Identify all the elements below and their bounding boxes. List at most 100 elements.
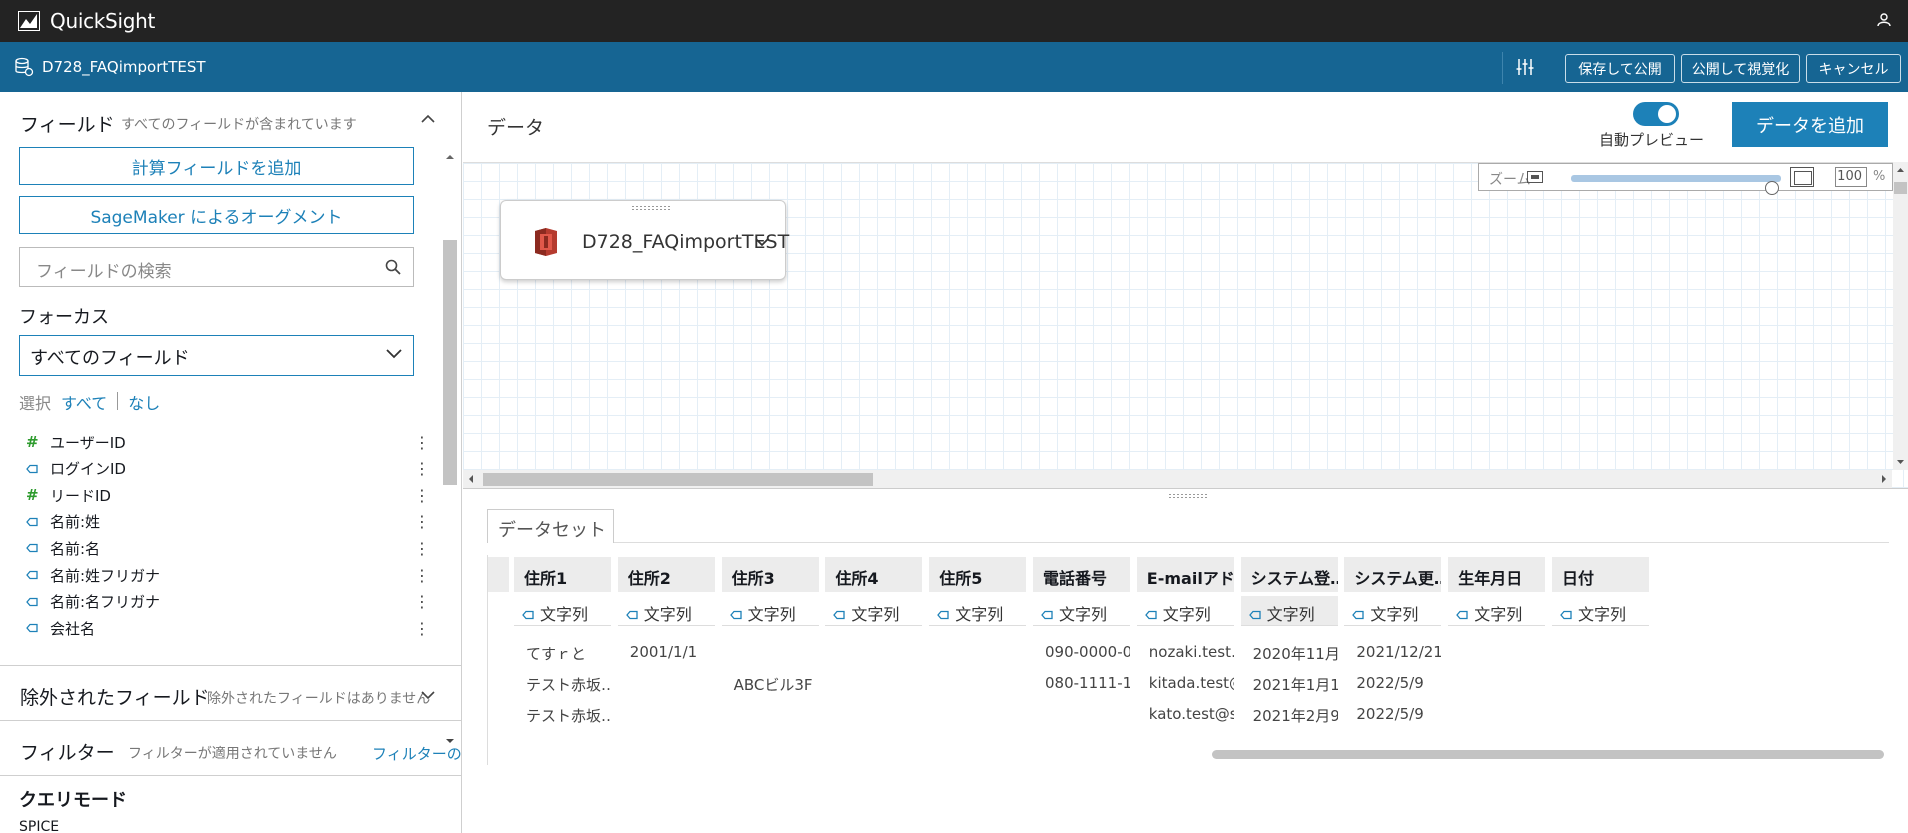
column-header[interactable]: システム登… xyxy=(1240,557,1338,592)
chevron-up-icon[interactable] xyxy=(420,114,436,124)
more-options-icon[interactable]: ⋮ xyxy=(414,512,430,531)
table-cell[interactable]: 2020年11月… xyxy=(1241,643,1338,664)
table-cell[interactable]: ABCビル3F xyxy=(722,674,819,695)
canvas-vertical-scrollbar[interactable] xyxy=(1893,162,1908,470)
more-options-icon[interactable]: ⋮ xyxy=(414,619,430,638)
column-header[interactable]: 生年月日 xyxy=(1448,557,1546,592)
column-header[interactable]: 日付 xyxy=(1552,557,1649,592)
pane-splitter[interactable] xyxy=(463,488,1908,500)
dataset-node[interactable]: D728_FAQimportTEST xyxy=(500,200,789,280)
publish-visualize-button[interactable]: 公開して視覚化 xyxy=(1681,54,1800,83)
column-type[interactable]: 文字列 xyxy=(1448,596,1546,626)
settings-sliders-icon[interactable] xyxy=(1515,57,1535,77)
table-cell[interactable]: 090-0000-0… xyxy=(1033,643,1130,661)
canvas-hscroll-thumb[interactable] xyxy=(483,473,873,486)
column-type[interactable]: 文字列 xyxy=(825,596,923,626)
table-cell[interactable]: 2021年1月1… xyxy=(1241,674,1338,695)
type-label: 文字列 xyxy=(1162,605,1211,624)
field-item[interactable]: # リードID ⋮ xyxy=(26,482,430,508)
zoom-in-icon[interactable] xyxy=(1790,167,1814,187)
column-type[interactable]: 文字列 xyxy=(1552,596,1649,626)
table-cell[interactable]: kitada.test@… xyxy=(1137,674,1234,692)
column-header[interactable]: 電話番号 xyxy=(1033,557,1130,592)
field-item[interactable]: ログインID ⋮ xyxy=(26,456,430,482)
select-none-link[interactable]: なし xyxy=(128,390,160,414)
user-icon[interactable] xyxy=(1877,13,1891,27)
table-cell[interactable]: 2022/5/9 xyxy=(1344,674,1441,692)
column-header[interactable]: E-mailアド… xyxy=(1136,557,1234,592)
more-options-icon[interactable]: ⋮ xyxy=(414,566,430,585)
column-header[interactable]: 住所2 xyxy=(617,557,715,592)
more-options-icon[interactable]: ⋮ xyxy=(414,433,430,452)
focus-select[interactable]: すべてのフィールド xyxy=(19,335,414,376)
field-item[interactable]: 名前:姓 ⋮ xyxy=(26,509,430,535)
string-type-icon xyxy=(1456,605,1468,624)
table-column: 住所1 文字列てすｒとテスト赤坂… テスト赤坂… xyxy=(514,555,611,765)
zoom-slider[interactable] xyxy=(1571,175,1781,195)
table-cell[interactable]: 2022/5/9 xyxy=(1344,705,1441,723)
canvas-horizontal-scrollbar[interactable] xyxy=(463,470,1892,488)
cancel-button[interactable]: キャンセル xyxy=(1806,54,1901,83)
type-label: 文字列 xyxy=(1266,605,1315,624)
more-options-icon[interactable]: ⋮ xyxy=(414,539,430,558)
string-type-icon xyxy=(937,605,949,624)
column-type[interactable]: 文字列 xyxy=(1240,596,1338,626)
app-logo[interactable]: QuickSight xyxy=(18,9,155,33)
zoom-out-icon[interactable] xyxy=(1527,171,1543,183)
data-canvas[interactable]: ズーム 100 % D728_FAQimportTEST xyxy=(463,162,1908,488)
column-header[interactable]: 住所1 xyxy=(514,557,611,592)
column-header[interactable]: 住所4 xyxy=(825,557,923,592)
column-type[interactable]: 文字列 xyxy=(1033,596,1130,626)
table-cell[interactable]: 2001/1/1 xyxy=(618,643,715,661)
table-cell[interactable]: てすｒと xyxy=(514,643,611,664)
column-type[interactable]: 文字列 xyxy=(929,596,1027,626)
field-name: 名前:名フリガナ xyxy=(50,593,161,612)
more-options-icon[interactable]: ⋮ xyxy=(414,459,430,478)
field-item[interactable]: 名前:名 ⋮ xyxy=(26,535,430,561)
more-options-icon[interactable]: ⋮ xyxy=(414,592,430,611)
field-item[interactable]: 名前:名フリガナ ⋮ xyxy=(26,589,430,615)
column-type[interactable]: 文字列 xyxy=(514,596,611,626)
fields-title: フィールド xyxy=(20,114,115,136)
select-divider xyxy=(117,392,119,410)
select-all-link[interactable]: すべて xyxy=(61,390,107,414)
filter-link[interactable]: フィルターの xyxy=(372,743,461,764)
drag-handle[interactable] xyxy=(631,205,671,211)
excluded-fields-section[interactable]: 除外されたフィールド 除外されたフィールドはありません xyxy=(0,665,461,720)
filter-section[interactable]: フィルター フィルターが適用されていません フィルターの xyxy=(0,720,461,775)
table-cell[interactable]: 2021年2月9日 xyxy=(1241,705,1338,726)
auto-preview-toggle[interactable] xyxy=(1633,102,1679,126)
more-options-icon[interactable]: ⋮ xyxy=(414,486,430,505)
table-cell[interactable]: 2021/12/21 xyxy=(1344,643,1441,661)
column-type[interactable]: 文字列 xyxy=(617,596,715,626)
column-type[interactable]: 文字列 xyxy=(1136,596,1234,626)
field-item[interactable]: # ユーザーID ⋮ xyxy=(26,429,430,455)
add-data-button[interactable]: データを追加 xyxy=(1732,102,1888,147)
table-cell[interactable]: 080-1111-1… xyxy=(1033,674,1130,692)
column-header[interactable]: 住所3 xyxy=(721,557,819,592)
fields-scrollbar[interactable] xyxy=(443,152,457,746)
column-header[interactable]: システム更… xyxy=(1344,557,1442,592)
table-cell[interactable]: nozaki.test… xyxy=(1137,643,1234,661)
fields-scrollbar-thumb[interactable] xyxy=(443,240,457,485)
chevron-down-icon[interactable] xyxy=(754,237,770,247)
canvas-vscroll-thumb[interactable] xyxy=(1894,182,1907,194)
field-item[interactable]: 名前:姓フリガナ ⋮ xyxy=(26,562,430,588)
table-cell[interactable]: テスト赤坂… xyxy=(514,705,611,726)
field-search-input[interactable]: フィールドの検索 xyxy=(19,247,414,287)
save-publish-button[interactable]: 保存して公開 xyxy=(1565,54,1675,83)
dataset-toolbar: D728_FAQimportTEST 保存して公開 公開して視覚化 キャンセル xyxy=(0,42,1908,92)
table-cell[interactable]: テスト赤坂… xyxy=(514,674,611,695)
add-calculated-field-button[interactable]: 計算フィールドを追加 xyxy=(19,147,414,185)
column-type[interactable]: 文字列 xyxy=(1344,596,1442,626)
zoom-slider-thumb[interactable] xyxy=(1765,181,1779,195)
field-item[interactable]: 会社名 ⋮ xyxy=(26,615,430,641)
sagemaker-augment-button[interactable]: SageMaker によるオーグメント xyxy=(19,196,414,234)
column-header[interactable]: 住所5 xyxy=(929,557,1027,592)
splitter-grip[interactable] xyxy=(1168,493,1208,499)
table-cell[interactable]: kato.test@s… xyxy=(1137,705,1234,723)
tab-dataset[interactable]: データセット xyxy=(487,509,614,543)
zoom-percent-input[interactable]: 100 xyxy=(1835,167,1867,187)
column-type[interactable]: 文字列 xyxy=(721,596,819,626)
table-horizontal-scrollbar[interactable] xyxy=(1212,750,1884,759)
